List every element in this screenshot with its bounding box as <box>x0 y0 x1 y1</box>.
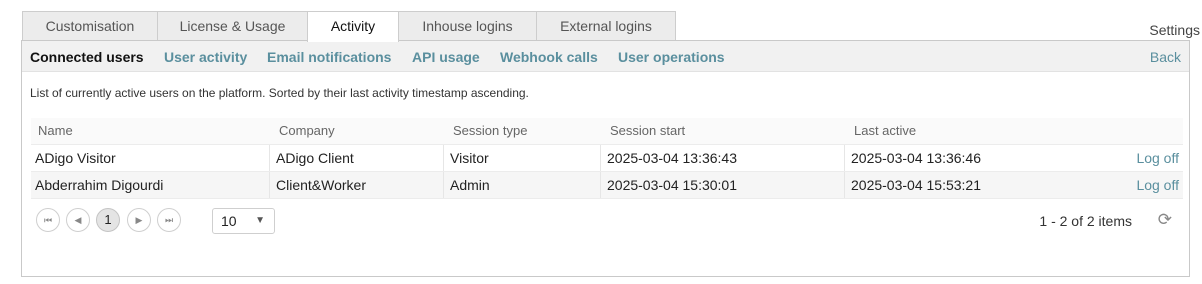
first-page-icon[interactable]: ⏮ <box>36 208 60 232</box>
subnav-user-operations[interactable]: User operations <box>618 49 725 65</box>
cell-name: ADigo Visitor <box>35 150 116 166</box>
table-row: ADigo Visitor ADigo Client Visitor 2025-… <box>31 145 1183 172</box>
subnav-email-notifications[interactable]: Email notifications <box>267 49 391 65</box>
table-header-row: Name Company Session type Session start … <box>31 118 1183 145</box>
last-page-icon[interactable]: ⏭ <box>157 208 181 232</box>
tab-activity[interactable]: Activity <box>307 11 399 42</box>
column-header-company[interactable]: Company <box>279 118 335 144</box>
cell-name: Abderrahim Digourdi <box>35 177 164 193</box>
column-header-last-active[interactable]: Last active <box>854 118 916 144</box>
column-header-name[interactable]: Name <box>38 118 73 144</box>
cell-session-start: 2025-03-04 13:36:43 <box>600 145 737 171</box>
settings-link[interactable]: Settings <box>1149 22 1200 38</box>
cell-session-type: Visitor <box>443 145 489 171</box>
page-description: List of currently active users on the pl… <box>30 86 529 100</box>
cell-company: ADigo Client <box>269 145 354 171</box>
chevron-down-icon: ▼ <box>255 215 265 226</box>
column-header-session-start[interactable]: Session start <box>610 118 685 144</box>
page-size-value: 10 <box>221 213 237 229</box>
cell-session-type: Admin <box>443 172 490 198</box>
activity-subnav: Connected users User activity Email noti… <box>22 41 1189 72</box>
connected-users-table: Name Company Session type Session start … <box>31 118 1183 199</box>
page-size-select[interactable]: 10 ▼ <box>212 208 275 234</box>
table-row: Abderrahim Digourdi Client&Worker Admin … <box>31 172 1183 199</box>
tab-external-logins[interactable]: External logins <box>536 11 676 40</box>
cell-company: Client&Worker <box>269 172 366 198</box>
back-link[interactable]: Back <box>1150 49 1181 65</box>
table-pager: ⏮ ◀ 1 ▶ ⏭ 10 ▼ 1 - 2 of 2 items ⟳ <box>34 208 1184 238</box>
refresh-icon[interactable]: ⟳ <box>1158 210 1172 230</box>
next-page-icon[interactable]: ▶ <box>127 208 151 232</box>
page-number-current[interactable]: 1 <box>96 208 120 232</box>
log-off-button[interactable]: Log off <box>1136 145 1179 171</box>
subnav-webhook-calls[interactable]: Webhook calls <box>500 49 598 65</box>
tab-license-usage[interactable]: License & Usage <box>157 11 308 40</box>
prev-page-icon[interactable]: ◀ <box>66 208 90 232</box>
cell-session-start: 2025-03-04 15:30:01 <box>600 172 737 198</box>
log-off-button[interactable]: Log off <box>1136 172 1179 198</box>
cell-last-active: 2025-03-04 13:36:46 <box>844 145 981 171</box>
subnav-connected-users[interactable]: Connected users <box>30 49 144 65</box>
pager-info: 1 - 2 of 2 items <box>1039 213 1132 229</box>
subnav-user-activity[interactable]: User activity <box>164 49 247 65</box>
cell-last-active: 2025-03-04 15:53:21 <box>844 172 981 198</box>
column-header-session-type[interactable]: Session type <box>453 118 527 144</box>
tab-customisation[interactable]: Customisation <box>22 11 158 40</box>
activity-panel: Connected users User activity Email noti… <box>21 40 1190 277</box>
subnav-api-usage[interactable]: API usage <box>412 49 480 65</box>
tab-inhouse-logins[interactable]: Inhouse logins <box>398 11 537 40</box>
